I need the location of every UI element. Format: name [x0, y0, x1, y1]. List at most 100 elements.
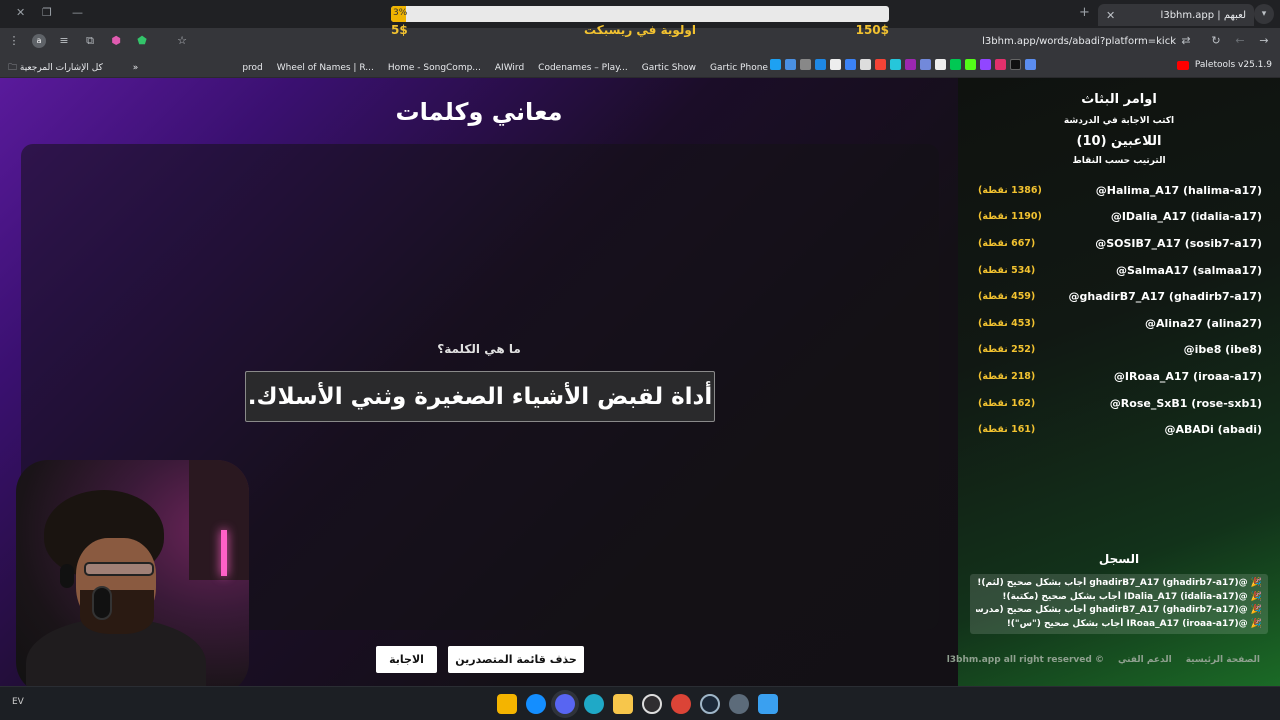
favicon-icon[interactable] [905, 59, 916, 70]
webcam-headset [60, 564, 74, 588]
tab-close-icon[interactable]: ✕ [1106, 9, 1115, 22]
favicon-icon[interactable] [1025, 59, 1036, 70]
player-name: @ibe8 (ibe8) [1183, 343, 1262, 357]
extensions-icon[interactable]: ⧉ [82, 33, 98, 49]
all-bookmarks-folder[interactable]: 🗀 كل الإشارات المرجعية [8, 60, 103, 76]
log-entry: 🎉 @ghadirB7_A17 (ghadirb7-a17) أجاب بشكل… [976, 605, 1262, 615]
log-entry: 🎉 @ghadirB7_A17 (ghadirb7-a17) أجاب بشكل… [977, 578, 1262, 588]
favicon-icon[interactable] [920, 59, 931, 70]
bookmark-aiwird[interactable]: AIWird [495, 63, 524, 73]
webcam-background-shelf [189, 460, 249, 580]
rockstar-launcher-icon[interactable] [497, 694, 517, 714]
player-score: (1190 نقطة) [978, 211, 1042, 223]
favicon-icon[interactable] [800, 59, 811, 70]
player-name: @ghadirB7_A17 (ghadirb7-a17) [1068, 290, 1262, 304]
bookmark-wheel-of-names[interactable]: Wheel of Names | R... [277, 63, 374, 73]
site-footer: الصفحة الرئيسية الدعم الفني l3bhm.app al… [947, 655, 1260, 665]
bookmark-codenames[interactable]: Codenames – Play... [538, 63, 628, 73]
tray-text: EV [12, 697, 24, 707]
players-sidebar: اوامر البثاث اكتب الاجابة في الدردشة الل… [947, 78, 1280, 686]
player-score: (534 نقطة) [978, 264, 1036, 276]
favicon-icon[interactable] [875, 59, 886, 70]
profile-avatar-icon[interactable]: a [32, 34, 46, 48]
footer-support-link[interactable]: الدعم الفني [1118, 655, 1172, 665]
player-name: @SOSIB7_A17 (sosib7-a17) [1095, 236, 1262, 250]
player-score: (252 نقطة) [978, 344, 1036, 356]
chrome-icon[interactable] [671, 694, 691, 714]
donation-goal-title: اولوية في ريسبكت [584, 23, 696, 37]
favicon-icon[interactable] [950, 59, 961, 70]
webcam-overlay [16, 460, 249, 694]
player-score: (453 نقطة) [978, 317, 1036, 329]
windows-taskbar: EV [0, 686, 1280, 720]
settings-gear-icon[interactable] [729, 694, 749, 714]
obs-icon[interactable] [642, 694, 662, 714]
folder-icon: 🗀 [8, 63, 20, 73]
favicon-icon[interactable] [815, 59, 826, 70]
favicon-icon[interactable] [965, 59, 976, 70]
player-row: @Halima_A17 (halima-a17) (1386 نقطة) [978, 177, 1262, 204]
donation-goal-bar: 3% [391, 6, 889, 22]
bookmark-favicons [770, 59, 1036, 70]
favicon-icon[interactable] [830, 59, 841, 70]
log-title: السجل [1098, 552, 1140, 566]
restore-window-icon[interactable]: ❐ [42, 6, 52, 19]
back-icon[interactable]: → [1256, 33, 1272, 49]
clue-box: أداة لقبض الأشياء الصغيرة وثني الأسلاك. [245, 371, 715, 422]
player-row: @SOSIB7_A17 (sosib7-a17) (667 نقطة) [978, 230, 1262, 257]
webcam-person-glasses [84, 562, 154, 576]
favicon-icon[interactable] [1010, 59, 1021, 70]
player-name: @ABADi (abadi) [1164, 423, 1262, 437]
bookmark-prod[interactable]: prod [242, 63, 262, 73]
new-tab-button[interactable]: + [1079, 5, 1090, 20]
extension-shield-pink-icon[interactable]: ⬢ [108, 33, 124, 49]
favicon-icon[interactable] [890, 59, 901, 70]
player-row: @ibe8 (ibe8) (252 نقطة) [978, 337, 1262, 364]
discord-icon[interactable] [555, 694, 575, 714]
tab-search-icon[interactable]: ▾ [1254, 4, 1274, 24]
show-answer-button[interactable]: الاجابة [376, 646, 437, 673]
reload-icon[interactable]: ↻ [1208, 33, 1224, 49]
favicon-icon[interactable] [935, 59, 946, 70]
bookmark-star-icon[interactable]: ☆ [174, 33, 190, 49]
clear-leaderboard-button[interactable]: حذف قائمة المتصدرين [448, 646, 584, 673]
chat-instruction: اكتب الاجابة في الدردشة [1063, 116, 1175, 126]
bookmark-gartic-phone[interactable]: Gartic Phone [710, 63, 768, 73]
steam-icon[interactable] [700, 694, 720, 714]
edge-icon[interactable] [584, 694, 604, 714]
bookmark-gartic-show[interactable]: Gartic Show [642, 63, 696, 73]
webcam-microphone [92, 586, 112, 620]
player-row: @ghadirB7_A17 (ghadirb7-a17) (459 نقطة) [978, 283, 1262, 310]
player-row: @SalmaA17 (salmaa17) (534 نقطة) [978, 257, 1262, 284]
forward-icon[interactable]: ← [1232, 33, 1248, 49]
extension-shield-green-icon[interactable]: ⬟ [134, 33, 150, 49]
browser-tab-active[interactable]: ✕ l3bhm.app | لعبهم [1098, 4, 1254, 26]
tab-title: l3bhm.app | لعبهم [1160, 9, 1246, 21]
favicon-icon[interactable] [860, 59, 871, 70]
answer-log: 🎉 @ghadirB7_A17 (ghadirb7-a17) أجاب بشكل… [970, 574, 1268, 634]
favicon-icon[interactable] [845, 59, 856, 70]
close-window-icon[interactable]: ✕ [16, 6, 25, 19]
reading-list-icon[interactable]: ≡ [56, 33, 72, 49]
question-label: ما هي الكلمة؟ [437, 342, 521, 356]
player-name: @IRoaa_A17 (iroaa-a17) [1113, 369, 1262, 383]
player-row: @ABADi (abadi) (161 نقطة) [978, 416, 1262, 443]
battle-net-icon[interactable] [526, 694, 546, 714]
url-field[interactable]: l3bhm.app/words/abadi?platform=kick [982, 36, 1176, 47]
file-explorer-icon[interactable] [613, 694, 633, 714]
favicon-icon[interactable] [770, 59, 781, 70]
favicon-icon[interactable] [785, 59, 796, 70]
menu-kebab-icon[interactable]: ⋮ [6, 33, 22, 49]
favicon-icon[interactable] [980, 59, 991, 70]
minimize-window-icon[interactable]: — [72, 6, 83, 19]
site-settings-icon[interactable]: ⇄ [1178, 33, 1194, 49]
bookmark-songcomp[interactable]: Home - SongComp... [388, 63, 481, 73]
footer-home-link[interactable]: الصفحة الرئيسية [1186, 655, 1260, 665]
favicon-icon[interactable] [995, 59, 1006, 70]
windows-start-icon[interactable] [758, 694, 778, 714]
bookmark-paletools[interactable]: Paletools v25.1.9 [1195, 60, 1272, 70]
player-name: @IDalia_A17 (idalia-a17) [1110, 210, 1262, 224]
player-row: @Alina27 (alina27) (453 نقطة) [978, 310, 1262, 337]
streamer-commands-title: اوامر البثاث [1081, 92, 1157, 107]
bookmarks-overflow-button[interactable]: » [133, 63, 139, 73]
